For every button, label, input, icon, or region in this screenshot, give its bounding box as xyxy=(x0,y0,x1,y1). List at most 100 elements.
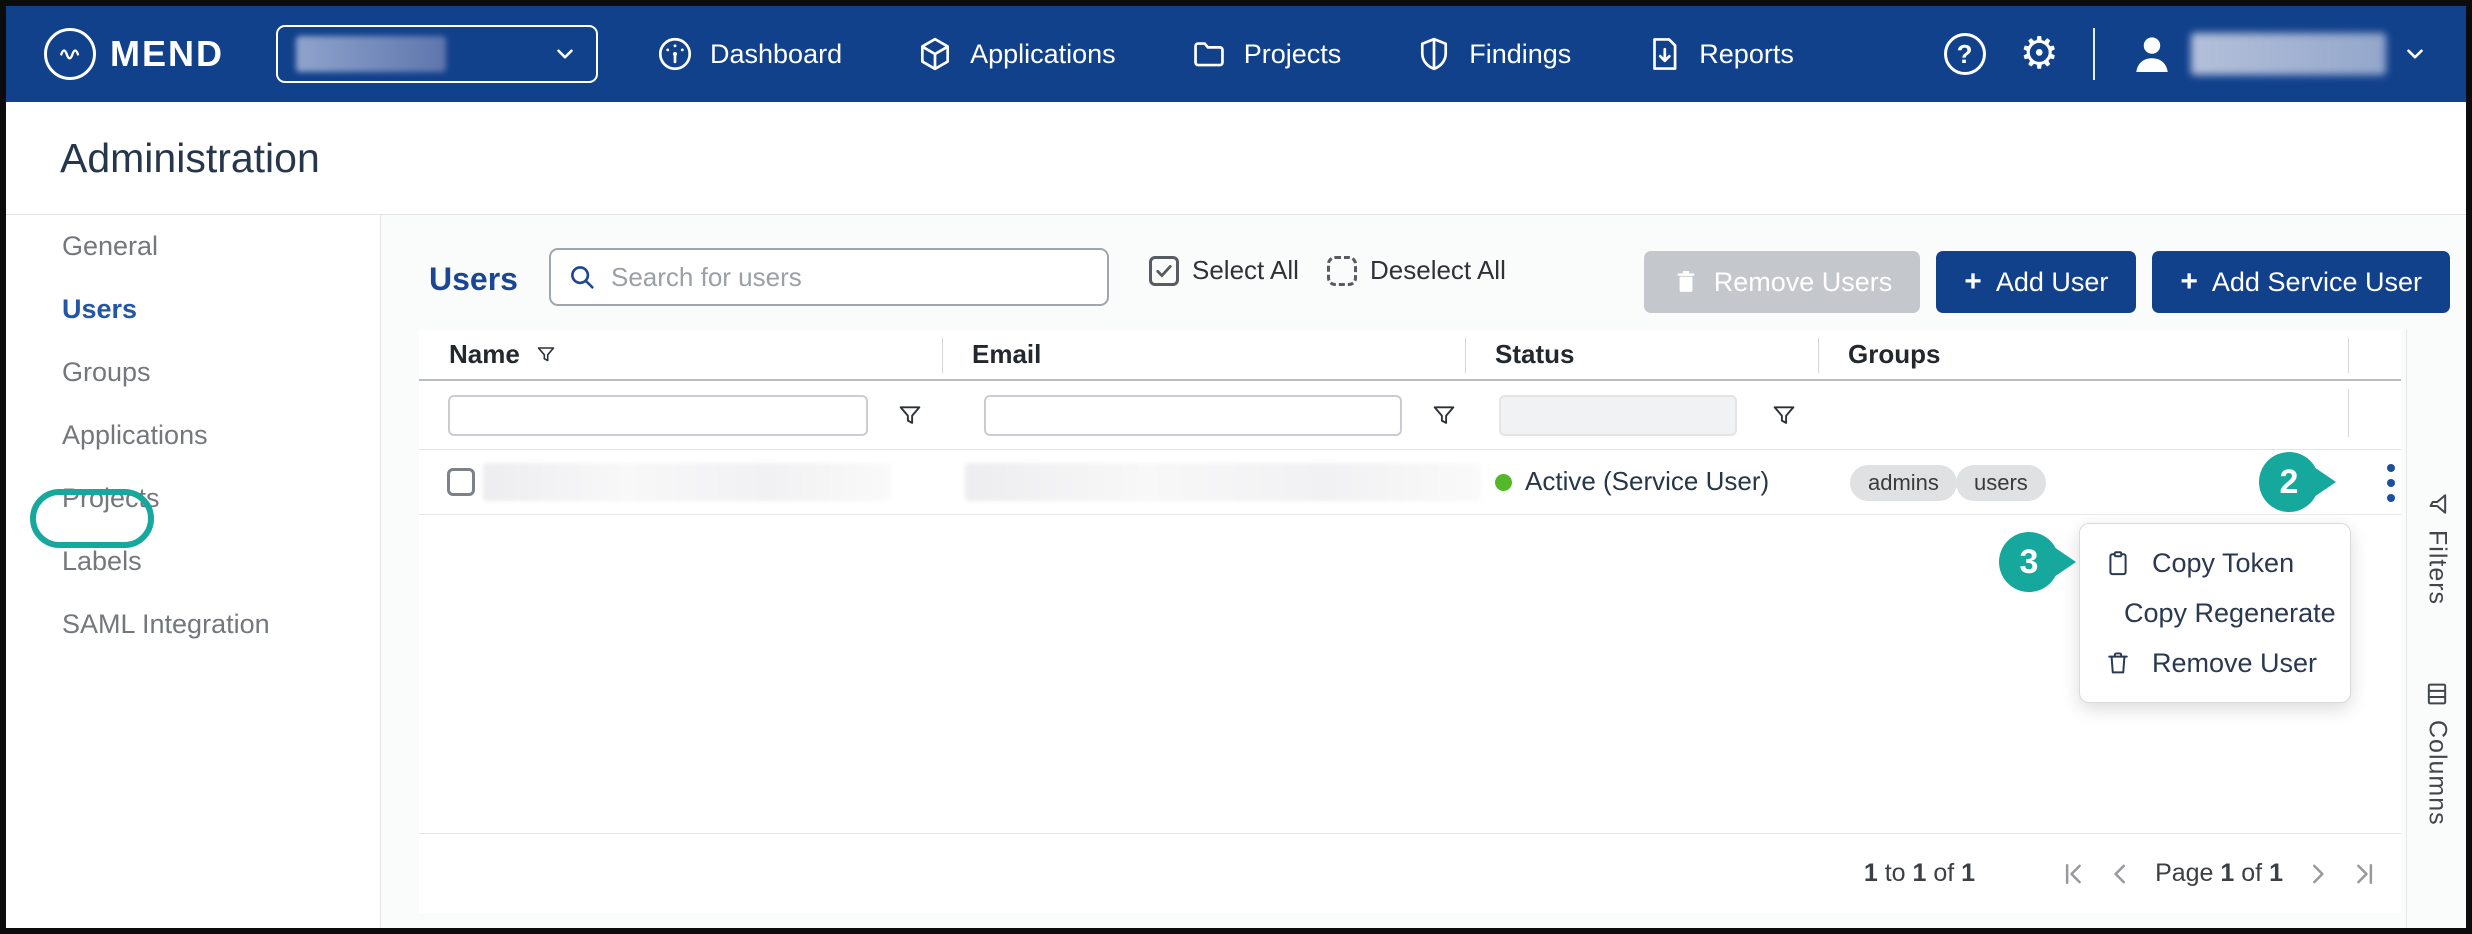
sidebar-item-general[interactable]: General xyxy=(6,215,380,278)
trash-icon xyxy=(2104,649,2132,677)
first-page-icon xyxy=(2059,859,2089,889)
select-all-button[interactable]: Select All xyxy=(1149,255,1299,286)
user-account-menu[interactable] xyxy=(2129,31,2428,77)
filters-tab[interactable]: Filters xyxy=(2407,490,2467,605)
sidebar-item-saml-integration[interactable]: SAML Integration xyxy=(6,593,380,656)
organization-selector[interactable] xyxy=(276,25,598,83)
remove-users-button[interactable]: Remove Users xyxy=(1644,251,1921,313)
nav-item-dashboard[interactable]: Dashboard xyxy=(656,35,842,73)
column-label: Groups xyxy=(1848,339,1940,370)
menu-item-copy-token[interactable]: Copy Token xyxy=(2080,548,2350,579)
menu-item-label: Copy Token xyxy=(2152,548,2294,579)
top-navbar: MEND Dashboard Applications Projects Fin… xyxy=(6,6,2466,102)
column-header-groups[interactable]: Groups xyxy=(1818,330,2348,379)
organization-name-redacted xyxy=(296,36,446,72)
section-heading: Users xyxy=(429,261,518,298)
group-chip: users xyxy=(1956,465,2046,501)
sidebar-item-projects[interactable]: Projects xyxy=(6,467,380,530)
report-download-icon xyxy=(1645,35,1683,73)
toolbar-actions: Remove Users + Add User + Add Service Us… xyxy=(1644,251,2450,313)
sidebar-item-users[interactable]: Users xyxy=(6,278,380,341)
mend-wave-icon xyxy=(44,28,96,80)
annotation-step-2: 2 xyxy=(2259,452,2319,512)
brand-name: MEND xyxy=(110,33,224,75)
status-badge: Active (Service User) xyxy=(1525,466,1769,497)
nav-item-applications[interactable]: Applications xyxy=(916,35,1116,73)
range-total: 1 xyxy=(1961,859,1975,887)
checkbox-checked-icon xyxy=(1149,256,1179,286)
chevron-right-icon xyxy=(2303,859,2333,889)
page-title: Administration xyxy=(60,135,320,182)
funnel-icon xyxy=(534,343,558,367)
funnel-icon[interactable] xyxy=(1769,401,1799,431)
row-checkbox[interactable] xyxy=(447,468,475,496)
nav-item-findings[interactable]: Findings xyxy=(1415,35,1571,73)
checkbox-dashed-icon xyxy=(1327,256,1357,286)
admin-sidebar: General Users Groups Applications Projec… xyxy=(6,215,381,928)
add-user-label: Add User xyxy=(1996,267,2109,298)
status-filter-input xyxy=(1499,395,1737,436)
columns-icon xyxy=(2423,680,2451,708)
search-icon xyxy=(567,262,597,292)
user-name-redacted xyxy=(483,463,891,501)
funnel-icon[interactable] xyxy=(1429,401,1459,431)
deselect-all-label: Deselect All xyxy=(1370,255,1506,286)
clipboard-icon xyxy=(2104,549,2132,577)
table-filter-row xyxy=(419,381,2401,450)
columns-tab[interactable]: Columns xyxy=(2407,680,2467,826)
group-chip: admins xyxy=(1850,465,1957,501)
next-page-button[interactable] xyxy=(2295,859,2341,889)
mend-logo[interactable]: MEND xyxy=(44,28,224,80)
users-panel: Users Select All Deselect All Remove Use… xyxy=(381,215,2466,928)
sidebar-item-applications[interactable]: Applications xyxy=(6,404,380,467)
prev-page-button[interactable] xyxy=(2097,859,2143,889)
pagination-bar: 1 to 1 of 1 Page 1 of xyxy=(419,833,2401,913)
annotation-step-3: 3 xyxy=(1999,532,2059,592)
menu-item-remove-user[interactable]: Remove User xyxy=(2080,648,2350,679)
sidebar-item-labels[interactable]: Labels xyxy=(6,530,380,593)
plus-icon: + xyxy=(2180,265,2198,299)
sidebar-item-groups[interactable]: Groups xyxy=(6,341,380,404)
pagination-range: 1 to 1 of 1 xyxy=(1864,859,1975,888)
username-redacted xyxy=(2191,33,2386,75)
range-word-of: of xyxy=(1933,859,1954,887)
nav-label: Dashboard xyxy=(710,39,842,70)
add-user-button[interactable]: + Add User xyxy=(1936,251,2136,313)
menu-item-copy-regenerate[interactable]: Copy Regenerate xyxy=(2080,598,2350,629)
column-header-status[interactable]: Status xyxy=(1465,330,1818,379)
remove-users-label: Remove Users xyxy=(1714,267,1893,298)
settings-gear-icon[interactable]: ⚙ xyxy=(2020,32,2059,76)
column-header-email[interactable]: Email xyxy=(942,330,1465,379)
select-all-label: Select All xyxy=(1192,255,1299,286)
table-side-strip: Filters Columns xyxy=(2406,330,2466,928)
current-page: 1 xyxy=(2220,859,2234,887)
chevron-down-icon xyxy=(552,41,578,67)
status-active-dot xyxy=(1495,474,1512,491)
funnel-icon[interactable] xyxy=(895,401,925,431)
dashboard-gauge-icon xyxy=(656,35,694,73)
help-icon[interactable]: ? xyxy=(1944,33,1986,75)
first-page-button[interactable] xyxy=(2051,859,2097,889)
user-table-row: Active (Service User) admins users xyxy=(419,450,2401,515)
deselect-all-button[interactable]: Deselect All xyxy=(1327,255,1506,286)
range-from: 1 xyxy=(1864,859,1878,887)
filter-row-divider xyxy=(2348,389,2349,437)
row-actions-kebab-icon[interactable] xyxy=(2371,458,2411,508)
nav-item-projects[interactable]: Projects xyxy=(1190,35,1342,73)
page-header: Administration xyxy=(6,102,2466,215)
search-input[interactable] xyxy=(611,262,1091,293)
last-page-button[interactable] xyxy=(2341,859,2387,889)
column-label: Status xyxy=(1495,339,1574,370)
name-filter-input[interactable] xyxy=(448,395,868,436)
email-filter-input[interactable] xyxy=(984,395,1402,436)
navbar-utilities: ? ⚙ xyxy=(1944,28,2428,80)
funnel-icon xyxy=(2423,490,2451,518)
nav-item-reports[interactable]: Reports xyxy=(1645,35,1794,73)
column-header-name[interactable]: Name xyxy=(419,330,942,379)
range-to: 1 xyxy=(1913,859,1927,887)
chevron-down-icon xyxy=(2402,41,2428,67)
menu-item-label: Remove User xyxy=(2152,648,2317,679)
trash-icon xyxy=(1672,268,1700,296)
add-service-user-button[interactable]: + Add Service User xyxy=(2152,251,2450,313)
filters-tab-label: Filters xyxy=(2423,530,2452,605)
